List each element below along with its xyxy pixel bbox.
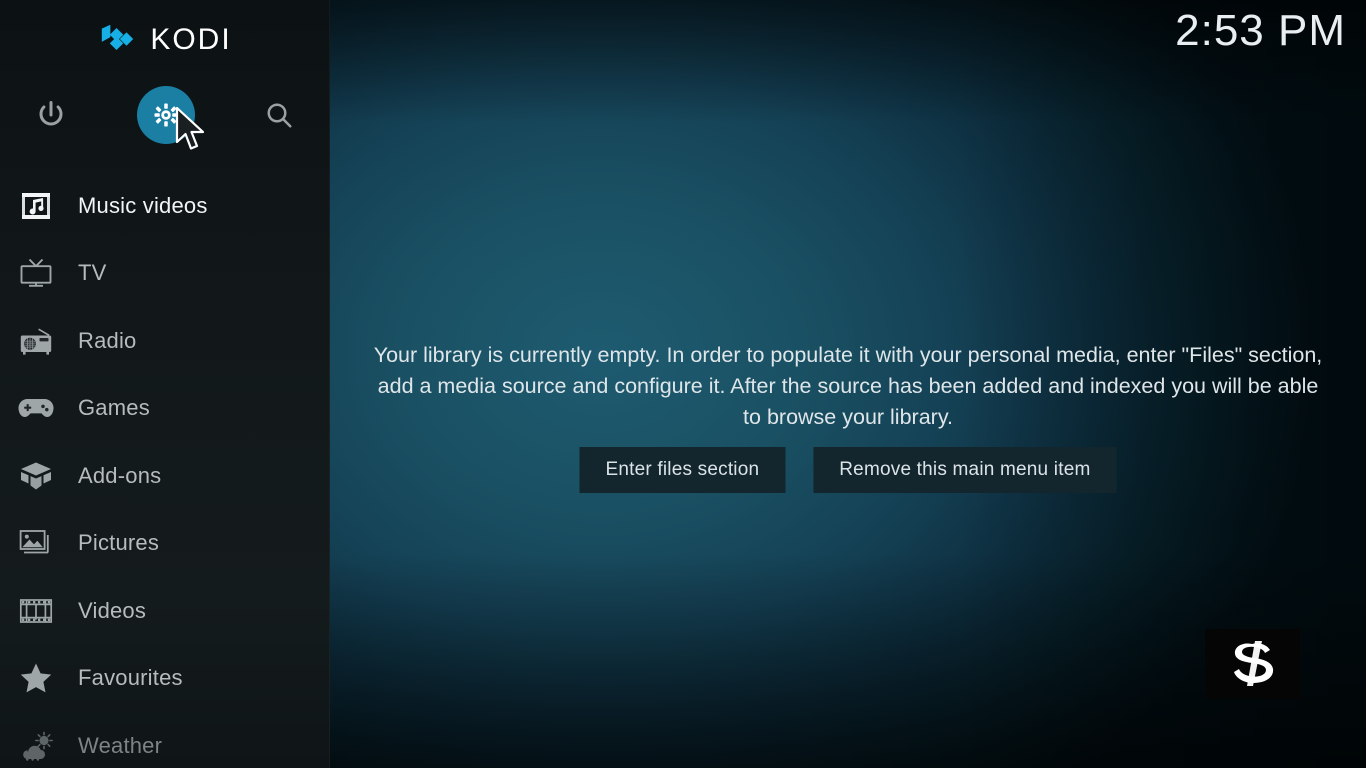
sidebar-menu: Music videos TV Radio Games Add-ons Pict… xyxy=(0,172,330,768)
sidebar-item-weather[interactable]: Weather xyxy=(0,712,330,768)
sidebar-top-actions xyxy=(0,80,330,150)
search-icon xyxy=(267,103,292,128)
sidebar-item-videos[interactable]: Videos xyxy=(0,577,330,645)
sidebar-item-label: TV xyxy=(78,260,107,286)
videos-icon xyxy=(14,594,58,628)
sidebar-item-label: Games xyxy=(78,395,150,421)
sidebar-item-music-videos[interactable]: Music videos xyxy=(0,172,330,240)
remove-main-menu-item-button[interactable]: Remove this main menu item xyxy=(813,447,1117,493)
tv-icon xyxy=(14,256,58,290)
empty-library-message: Your library is currently empty. In orde… xyxy=(373,343,1323,429)
brand-logo: KODI xyxy=(0,0,330,80)
kodi-logo-icon xyxy=(102,24,134,51)
addons-icon xyxy=(14,459,58,493)
sidebar-item-tv[interactable]: TV xyxy=(0,240,330,308)
favourites-icon xyxy=(14,661,58,695)
settings-button[interactable] xyxy=(131,80,201,150)
power-button[interactable] xyxy=(16,80,86,150)
sidebar-item-label: Radio xyxy=(78,327,137,353)
sidebar-item-label: Pictures xyxy=(78,530,160,556)
clock: 2:53 PM xyxy=(1175,6,1346,55)
sidebar-item-label: Weather xyxy=(78,732,163,758)
weather-icon xyxy=(14,729,58,763)
sidebar-item-radio[interactable]: Radio xyxy=(0,307,330,375)
action-button-group: Enter files section Remove this main men… xyxy=(579,447,1117,493)
sidebar-item-label: Music videos xyxy=(78,192,208,218)
power-icon xyxy=(39,101,63,126)
sidebar-item-add-ons[interactable]: Add-ons xyxy=(0,442,330,510)
gear-icon xyxy=(154,103,178,127)
sidebar-item-label: Add-ons xyxy=(78,462,162,488)
sidebar-item-label: Videos xyxy=(78,597,147,623)
sidebar: KODI Music videos TV Radio Games Add-ons… xyxy=(0,0,330,768)
kodi-home-screen: 2:53 PM Your library is currently empty.… xyxy=(0,0,1366,768)
games-icon xyxy=(14,391,58,425)
sidebar-item-label: Favourites xyxy=(78,665,183,691)
sidebar-item-pictures[interactable]: Pictures xyxy=(0,510,330,578)
radio-icon xyxy=(14,324,58,358)
s-monogram-logo xyxy=(1205,629,1300,699)
music-videos-icon xyxy=(14,189,58,223)
pictures-icon xyxy=(14,526,58,560)
sidebar-item-favourites[interactable]: Favourites xyxy=(0,645,330,713)
brand-name: KODI xyxy=(150,23,232,56)
sidebar-item-games[interactable]: Games xyxy=(0,375,330,443)
enter-files-section-button[interactable]: Enter files section xyxy=(579,447,786,493)
search-button[interactable] xyxy=(244,80,314,150)
